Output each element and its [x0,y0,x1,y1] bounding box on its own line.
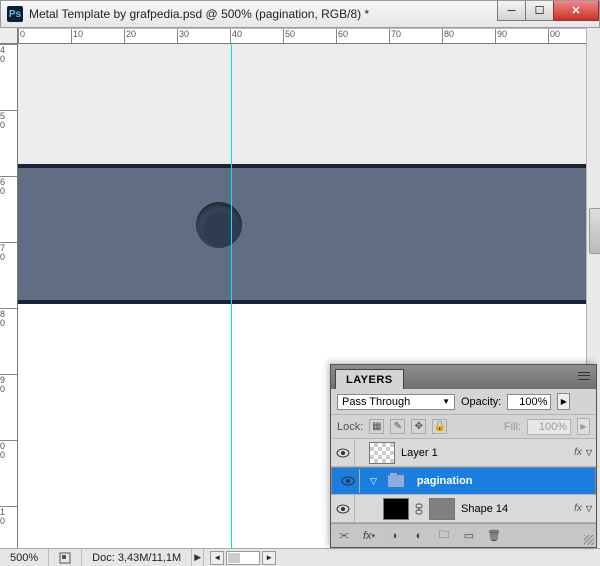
link-icon[interactable] [415,502,425,516]
app-icon: Ps [7,6,23,22]
resize-handle-icon[interactable] [584,535,594,545]
layer-name[interactable]: Shape 14 [461,503,574,515]
lock-all-icon[interactable]: 🔒 [432,419,447,434]
canvas-band [18,164,586,304]
window-title: Metal Template by grafpedia.psd @ 500% (… [29,7,369,21]
scroll-h-track[interactable] [226,551,260,565]
status-bar: 500% Doc: 3,43M/11,1M ▶ ◄ ► [0,548,600,566]
fill-stepper: ▶ [577,418,590,435]
folder-icon [387,474,405,488]
new-layer-icon[interactable]: ▭ [460,528,478,544]
vector-mask-thumbnail[interactable] [383,498,409,520]
ruler-horizontal[interactable]: 0102030405060708090001 [18,28,600,44]
panel-tabs: LAYERS [331,365,596,389]
layer-item[interactable]: Shape 14 fx ▽ [331,495,596,523]
lock-transparent-icon[interactable]: ▦ [369,419,384,434]
lock-position-icon[interactable]: ✥ [411,419,426,434]
layer-thumbnail[interactable] [369,442,395,464]
layer-style-icon[interactable]: fx▾ [360,528,378,544]
layer-item[interactable]: Layer 1 fx ▽ [331,439,596,467]
layer-thumbnail[interactable] [429,498,455,520]
link-layers-icon[interactable]: ⫘ [335,528,353,544]
shape-circle [196,202,242,248]
layer-effects-label[interactable]: fx [574,447,582,458]
blend-mode-select[interactable]: Pass Through▼ [337,394,455,410]
layer-name[interactable]: Layer 1 [401,447,574,459]
group-expand-icon[interactable]: ▽ [370,476,377,487]
visibility-toggle[interactable] [336,469,360,493]
scrollbar-horizontal[interactable]: ◄ ► [210,551,276,565]
opacity-stepper[interactable]: ▶ [557,393,570,410]
title-bar: Ps Metal Template by grafpedia.psd @ 500… [0,0,600,28]
visibility-toggle[interactable] [331,495,355,522]
blend-mode-value: Pass Through [342,396,410,408]
layer-effects-label[interactable]: fx [574,503,582,514]
new-group-icon[interactable]: 🗀 [435,528,453,544]
status-preview-icon[interactable] [49,549,82,566]
scroll-right-button[interactable]: ► [262,551,276,565]
layer-mask-icon[interactable]: ◑ [385,528,403,544]
scroll-left-button[interactable]: ◄ [210,551,224,565]
layers-panel: LAYERS Pass Through▼ Opacity: 100% ▶ Loc… [330,364,597,548]
doc-size: Doc: 3,43M/11,1M [82,549,192,566]
adjustment-layer-icon[interactable]: ◐ [410,528,428,544]
opacity-label: Opacity: [461,396,501,408]
layer-group-item[interactable]: ▽ pagination [331,467,596,495]
close-button[interactable]: ✕ [553,1,599,21]
lock-label: Lock: [337,421,363,433]
visibility-toggle[interactable] [331,439,355,466]
fill-input: 100% [527,419,571,435]
ruler-origin[interactable] [0,28,18,44]
fx-expand-icon[interactable]: ▽ [586,504,592,513]
panel-menu-icon[interactable] [576,369,592,383]
layer-list: Layer 1 fx ▽ ▽ pagination Shape 14 fx ▽ [331,439,596,523]
opacity-input[interactable]: 100% [507,394,551,410]
canvas-background-top [18,44,586,164]
layers-panel-footer: ⫘ fx▾ ◑ ◐ 🗀 ▭ 🗑 [331,523,596,547]
zoom-level[interactable]: 500% [0,549,49,566]
scrollbar-thumb[interactable] [589,208,600,254]
delete-layer-icon[interactable]: 🗑 [485,528,503,544]
guide-vertical[interactable] [231,44,232,548]
status-menu-arrow[interactable]: ▶ [192,549,204,566]
layer-name[interactable]: pagination [417,475,591,487]
fill-label: Fill: [504,421,521,433]
ruler-vertical[interactable]: 4050607080900010 [0,44,18,548]
lock-image-icon[interactable]: ✎ [390,419,405,434]
minimize-button[interactable]: ─ [497,1,525,21]
tab-layers[interactable]: LAYERS [335,369,404,389]
fx-expand-icon[interactable]: ▽ [586,448,592,457]
maximize-button[interactable]: ☐ [525,1,553,21]
